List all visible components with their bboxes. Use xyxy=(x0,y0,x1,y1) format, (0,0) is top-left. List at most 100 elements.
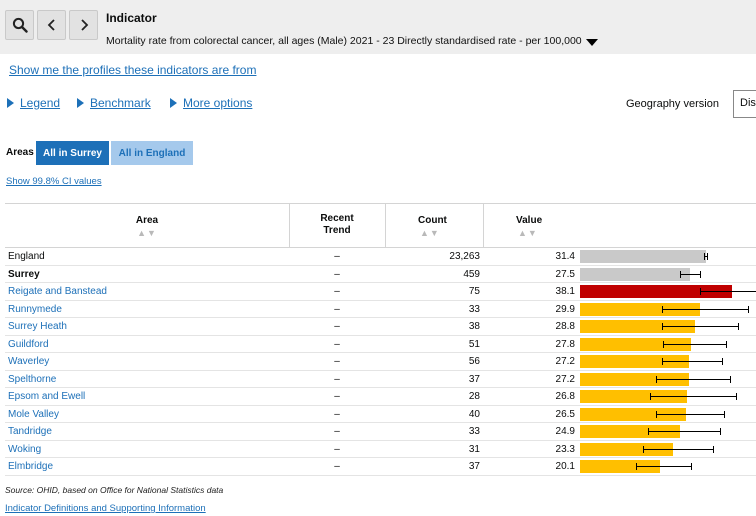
confidence-interval-cap xyxy=(643,445,645,453)
benchmark-toggle[interactable]: Benchmark xyxy=(77,96,151,110)
confidence-interval-cap xyxy=(648,428,650,435)
show-profiles-link[interactable]: Show me the profiles these indicators ar… xyxy=(9,63,256,77)
recent-trend: – xyxy=(334,356,340,367)
table-row: Elmbridge – 37 20.1 xyxy=(5,458,756,476)
indicator-heading: Indicator xyxy=(106,11,157,25)
chevron-right-icon xyxy=(80,19,88,31)
search-button[interactable] xyxy=(5,10,34,40)
count-value: 33 xyxy=(468,426,480,437)
confidence-interval-line xyxy=(662,361,722,362)
value-header-label: Value xyxy=(516,215,543,226)
area-name[interactable]: Waverley xyxy=(8,353,49,370)
column-divider xyxy=(385,204,386,248)
column-divider xyxy=(289,204,290,248)
area-name[interactable]: Spelthorne xyxy=(8,371,56,388)
indicator-description[interactable]: Mortality rate from colorectal cancer, a… xyxy=(106,35,582,47)
rate-value: 31.4 xyxy=(555,251,575,262)
confidence-interval-line xyxy=(656,378,731,380)
value-bar xyxy=(580,250,706,263)
value-column-header[interactable]: Value ▲▼ xyxy=(483,204,579,248)
table-row: Epsom and Ewell – 28 26.8 xyxy=(5,388,756,406)
confidence-interval-line xyxy=(643,448,713,450)
area-column-header[interactable]: Area ▲▼ xyxy=(5,204,289,248)
confidence-interval-line xyxy=(636,466,692,467)
area-name: England xyxy=(8,251,45,262)
confidence-interval-cap xyxy=(656,375,658,383)
confidence-interval-cap xyxy=(662,358,664,365)
confidence-interval-cap xyxy=(721,358,723,365)
count-column-header[interactable]: Count ▲▼ xyxy=(385,204,480,248)
table-row: Mole Valley – 40 26.5 xyxy=(5,406,756,423)
area-name[interactable]: Woking xyxy=(8,441,41,458)
confidence-interval-cap xyxy=(655,410,657,418)
table-row: Tandridge – 33 24.9 xyxy=(5,423,756,441)
value-bar-cell xyxy=(580,301,756,318)
count-value: 37 xyxy=(468,461,480,472)
count-value: 56 xyxy=(468,356,480,367)
value-bar-cell xyxy=(580,441,756,458)
area-name[interactable]: Elmbridge xyxy=(8,458,53,475)
count-value: 23,263 xyxy=(449,251,480,262)
area-name[interactable]: Runnymede xyxy=(8,301,62,318)
trend-column-header: Recent Trend xyxy=(289,204,385,248)
value-bar-cell xyxy=(580,283,756,300)
all-in-england-button[interactable]: All in England xyxy=(111,141,193,165)
table-row: Reigate and Banstead – 75 38.1 xyxy=(5,283,756,301)
value-bar xyxy=(580,267,690,281)
count-header-label: Count xyxy=(418,215,447,226)
confidence-interval-cap xyxy=(736,393,738,400)
value-bar-cell xyxy=(580,248,756,265)
value-bar-cell xyxy=(580,353,756,370)
next-indicator-button[interactable] xyxy=(69,10,98,40)
source-note: Source: OHID, based on Office for Nation… xyxy=(5,485,224,495)
indicator-dropdown-caret-icon[interactable] xyxy=(586,39,598,46)
sort-arrows-icon[interactable]: ▲▼ xyxy=(420,228,480,238)
recent-trend: – xyxy=(334,426,340,437)
confidence-interval-cap xyxy=(661,323,663,330)
area-name[interactable]: Epsom and Ewell xyxy=(8,388,85,405)
recent-trend: – xyxy=(334,303,340,315)
sort-arrows-icon[interactable]: ▲▼ xyxy=(5,228,289,238)
confidence-interval-cap xyxy=(738,323,740,330)
sort-arrows-icon[interactable]: ▲▼ xyxy=(518,228,579,238)
previous-indicator-button[interactable] xyxy=(37,10,66,40)
all-in-surrey-button[interactable]: All in Surrey xyxy=(36,141,109,165)
table-body: England – 23,263 31.4 Surrey – 459 27.5 Reigate … xyxy=(5,248,756,476)
count-value: 51 xyxy=(468,338,480,350)
legend-toggle[interactable]: Legend xyxy=(7,96,60,110)
area-name[interactable]: Surrey Heath xyxy=(8,318,67,335)
more-options-toggle[interactable]: More options xyxy=(170,96,252,110)
value-bar-cell xyxy=(580,458,756,475)
recent-trend: – xyxy=(334,268,340,280)
confidence-interval-cap xyxy=(662,305,663,313)
confidence-interval-cap xyxy=(680,270,681,278)
geography-version-select[interactable]: Dis xyxy=(733,90,756,118)
area-name[interactable]: Mole Valley xyxy=(8,406,59,423)
table-row: Surrey Heath – 38 28.8 xyxy=(5,318,756,336)
indicator-definitions-link[interactable]: Indicator Definitions and Supporting Inf… xyxy=(5,503,206,514)
value-bar-cell xyxy=(580,318,756,335)
area-name[interactable]: Reigate and Banstead xyxy=(8,283,107,300)
confidence-interval-cap xyxy=(662,340,664,348)
legend-link[interactable]: Legend xyxy=(20,96,60,110)
indicator-table: Area ▲▼ Recent Trend Count ▲▼ Value ▲▼ E… xyxy=(5,203,756,476)
benchmark-link[interactable]: Benchmark xyxy=(90,96,151,110)
chevron-left-icon xyxy=(47,19,55,31)
count-value: 459 xyxy=(463,268,480,280)
confidence-interval-cap xyxy=(691,463,693,470)
rate-value: 38.1 xyxy=(555,286,575,297)
more-options-link[interactable]: More options xyxy=(183,96,252,110)
recent-trend: – xyxy=(334,461,340,472)
trend-header-label: Recent Trend xyxy=(320,213,354,236)
confidence-interval-cap xyxy=(707,253,709,260)
rate-value: 26.5 xyxy=(555,408,575,420)
confidence-interval-line xyxy=(680,273,701,275)
recent-trend: – xyxy=(334,286,340,297)
recent-trend: – xyxy=(334,443,340,455)
area-name[interactable]: Tandridge xyxy=(8,423,52,440)
table-header: Area ▲▼ Recent Trend Count ▲▼ Value ▲▼ xyxy=(5,204,756,248)
area-name[interactable]: Guildford xyxy=(8,336,49,353)
area-header-label: Area xyxy=(135,215,159,226)
rate-value: 29.9 xyxy=(555,303,575,315)
show-ci-values-link[interactable]: Show 99.8% CI values xyxy=(6,176,102,187)
